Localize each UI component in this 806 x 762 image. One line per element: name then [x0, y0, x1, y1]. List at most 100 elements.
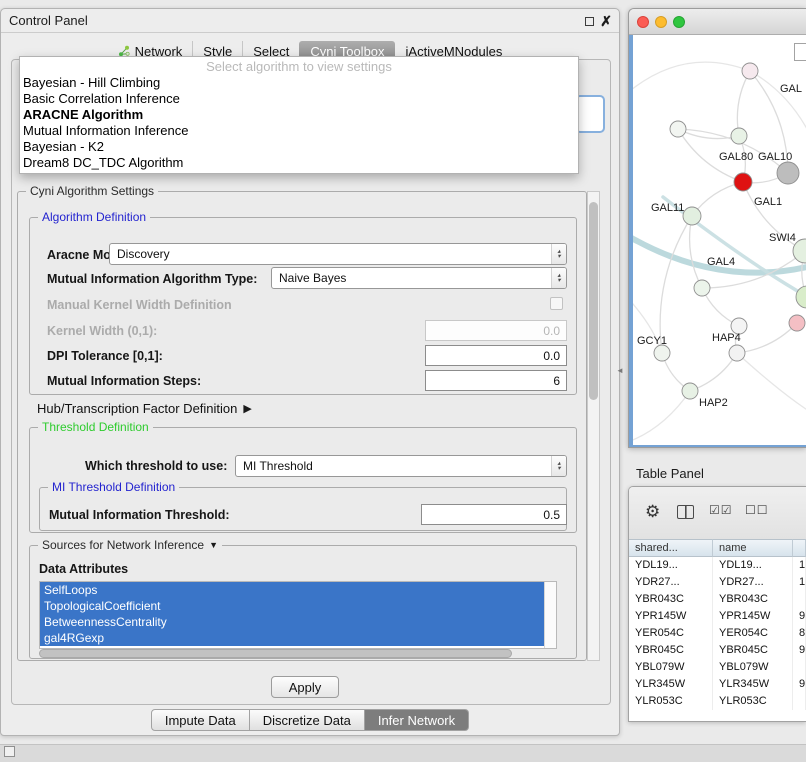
settings-vertical-scrollbar[interactable]	[587, 191, 600, 661]
algorithm-option-bayesian-hill-climbing[interactable]: Bayesian - Hill Climbing	[20, 75, 578, 91]
algorithm-option-basic-correlation-inference[interactable]: Basic Correlation Inference	[20, 91, 578, 107]
node-label-gal10: GAL10	[758, 151, 792, 163]
aracne-mode-value: Discovery	[117, 247, 170, 261]
table-row[interactable]: YLR345WYLR345W9.	[629, 676, 806, 693]
table-body: YDL19...YDL19...13YDR27...YDR27...12YBR0…	[629, 557, 806, 721]
float-icon[interactable]	[585, 17, 594, 26]
table-cell: 8.	[793, 625, 806, 642]
attribute-item-gal4rgexp[interactable]: gal4RGexp	[40, 630, 546, 646]
aracne-mode-select[interactable]: Discovery ▴▾	[109, 243, 567, 265]
dpi-tolerance-field[interactable]: 0.0	[425, 345, 567, 366]
table-row[interactable]: YDR27...YDR27...12	[629, 574, 806, 591]
node-label-swi4: SWI4	[769, 232, 796, 244]
tab-discretize-data[interactable]: Discretize Data	[250, 709, 365, 731]
network-node[interactable]	[682, 383, 698, 399]
table-cell: YBR043C	[629, 591, 713, 608]
network-canvas[interactable]: GALGAL80GAL10GAL11GAL1SWI4GAL4GCY1HAP4HA…	[629, 35, 806, 448]
birdseye-view-toggle[interactable]	[794, 43, 806, 61]
table-row[interactable]: YBL079WYBL079W	[629, 659, 806, 676]
table-row[interactable]: YER054CYER054C8.	[629, 625, 806, 642]
scrollbar-thumb[interactable]	[589, 202, 598, 400]
network-edge	[678, 129, 739, 139]
mi-algorithm-type-select[interactable]: Naive Bayes ▴▾	[271, 267, 567, 289]
network-node[interactable]	[789, 315, 805, 331]
network-graph[interactable]: GALGAL80GAL10GAL11GAL1SWI4GAL4GCY1HAP4HA…	[633, 35, 806, 445]
network-edge	[633, 62, 750, 95]
table-cell: YDR27...	[713, 574, 793, 591]
select-all-checkboxes-icon[interactable]: ☑☑	[709, 503, 733, 517]
algorithm-option-dream8-dc-tdc-algorithm[interactable]: Dream8 DC_TDC Algorithm	[20, 155, 578, 171]
table-cell: YBR045C	[629, 642, 713, 659]
zoom-traffic-light-icon[interactable]	[673, 16, 685, 28]
table-row[interactable]: YPR145WYPR145W9.	[629, 608, 806, 625]
close-icon[interactable]: ✗	[600, 12, 612, 30]
table-cell: YBL079W	[629, 659, 713, 676]
mi-threshold-label: Mutual Information Threshold:	[49, 507, 230, 523]
cyni-mode-tabs: Impute DataDiscretize DataInfer Network	[1, 708, 619, 732]
stepper-icon: ▴▾	[551, 244, 566, 264]
panel-resize-handle[interactable]: ◄	[616, 366, 624, 375]
network-node[interactable]	[654, 345, 670, 361]
attribute-item-betweennesscentrality[interactable]: BetweennessCentrality	[40, 614, 546, 630]
table-cell: YBL079W	[713, 659, 793, 676]
deselect-all-checkboxes-icon[interactable]: ☐☐	[745, 503, 769, 517]
network-node[interactable]	[734, 173, 752, 191]
gear-icon[interactable]: ⚙	[645, 501, 660, 523]
node-label-gal4: GAL4	[707, 256, 735, 268]
control-panel-window: Control Panel ✗ NetworkStyleSelectCyni T…	[0, 8, 620, 736]
disclosure-right-icon[interactable]: ▶	[243, 401, 251, 417]
hub-definition-row[interactable]: Hub/Transcription Factor Definition ▶	[37, 401, 252, 417]
table-row[interactable]: YDL19...YDL19...13	[629, 557, 806, 574]
node-label-gcy1: GCY1	[637, 335, 667, 347]
algorithm-option-mutual-information-inference[interactable]: Mutual Information Inference	[20, 123, 578, 139]
network-edge	[660, 216, 692, 353]
table-row[interactable]: YLR053CYLR053C	[629, 693, 806, 710]
column-header-name[interactable]: name	[713, 539, 793, 557]
table-cell: 12	[793, 574, 806, 591]
network-node[interactable]	[731, 128, 747, 144]
network-node[interactable]	[683, 207, 701, 225]
mi-algorithm-type-value: Naive Bayes	[279, 271, 346, 285]
data-attributes-label: Data Attributes	[39, 561, 128, 577]
table-cell: YDR27...	[629, 574, 713, 591]
table-cell: YBR043C	[713, 591, 793, 608]
list-vertical-scrollbar[interactable]	[544, 582, 556, 648]
attribute-item-selfloops[interactable]: SelfLoops	[40, 582, 546, 598]
table-row[interactable]: YBR045CYBR045C9.	[629, 642, 806, 659]
network-edge	[737, 71, 750, 136]
minimized-panel-icon[interactable]	[4, 746, 15, 757]
manual-kernel-width-checkbox[interactable]	[550, 297, 563, 310]
control-panel-titlebar: Control Panel ✗	[1, 9, 619, 33]
table-cell: YDL19...	[629, 557, 713, 574]
table-cell: YDL19...	[713, 557, 793, 574]
column-header-extra[interactable]	[793, 539, 806, 557]
tab-impute-data[interactable]: Impute Data	[151, 709, 250, 731]
bottom-bar	[0, 744, 806, 762]
apply-button[interactable]: Apply	[271, 676, 339, 698]
table-row[interactable]: YBR043CYBR043C	[629, 591, 806, 608]
disclosure-down-icon[interactable]: ▼	[209, 540, 218, 550]
kernel-width-field[interactable]: 0.0	[425, 320, 567, 341]
network-node[interactable]	[742, 63, 758, 79]
manual-kernel-width-label: Manual Kernel Width Definition	[47, 297, 232, 313]
horizontal-scrollbar[interactable]	[37, 649, 575, 658]
network-view-window: GALGAL80GAL10GAL11GAL1SWI4GAL4GCY1HAP4HA…	[628, 8, 806, 448]
algorithm-option-aracne-algorithm[interactable]: ARACNE Algorithm	[20, 107, 578, 123]
minimize-traffic-light-icon[interactable]	[655, 16, 667, 28]
columns-icon[interactable]	[677, 505, 694, 519]
attribute-item-topologicalcoefficient[interactable]: TopologicalCoefficient	[40, 598, 546, 614]
network-node[interactable]	[670, 121, 686, 137]
which-threshold-select[interactable]: MI Threshold ▴▾	[235, 455, 567, 477]
mi-steps-field[interactable]: 6	[425, 370, 567, 391]
table-cell: 9.	[793, 608, 806, 625]
scrollbar-thumb[interactable]	[39, 649, 512, 658]
node-label-gal: GAL	[780, 83, 802, 95]
algorithm-option-bayesian-k2[interactable]: Bayesian - K2	[20, 139, 578, 155]
network-node[interactable]	[729, 345, 745, 361]
mi-threshold-field[interactable]: 0.5	[421, 504, 567, 525]
close-traffic-light-icon[interactable]	[637, 16, 649, 28]
network-node[interactable]	[694, 280, 710, 296]
network-node[interactable]	[777, 162, 799, 184]
tab-infer-network[interactable]: Infer Network	[365, 709, 469, 731]
column-header-shared[interactable]: shared...	[629, 539, 713, 557]
